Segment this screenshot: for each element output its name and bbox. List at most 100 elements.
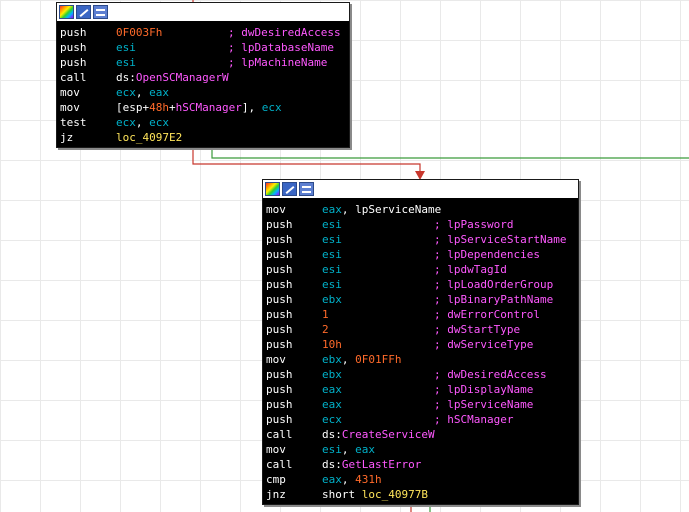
block-2-header: [263, 180, 578, 199]
operand-token: ,: [135, 86, 150, 99]
operand: ecx, eax: [116, 85, 169, 100]
instruction-line[interactable]: push eax ; lpDisplayName: [266, 382, 573, 397]
instruction-line[interactable]: push ebx ; dwDesiredAccess: [266, 367, 573, 382]
code-block-2[interactable]: mov eax, lpServiceName push esi ; lpPassword…: [262, 179, 579, 505]
operand-token: eax: [322, 473, 342, 486]
operand-token: esi: [116, 41, 136, 54]
instruction-line[interactable]: test ecx, ecx: [60, 115, 344, 130]
operand: eax: [322, 397, 342, 412]
comment: ; lpMachineName: [228, 56, 328, 69]
operand-token: ecx: [322, 413, 342, 426]
block-1-instructions: push 0F003Fh ; dwDesiredAccess push esi ; lpD…: [57, 22, 349, 147]
instruction-line[interactable]: mov eax, lpServiceName: [266, 202, 573, 217]
operand: ds:CreateServiceW: [322, 427, 435, 442]
operand-token: ebx: [322, 368, 342, 381]
operand: esi: [322, 232, 342, 247]
instruction-line[interactable]: call ds:OpenSCManagerW: [60, 70, 344, 85]
operand-token: eax: [322, 398, 342, 411]
operand-token: ],: [241, 101, 262, 114]
instruction-line[interactable]: push esi ; lpServiceStartName: [266, 232, 573, 247]
instruction-line[interactable]: push ecx ; hSCManager: [266, 412, 573, 427]
mnemonic: push: [266, 308, 293, 321]
instruction-line[interactable]: mov ecx, eax: [60, 85, 344, 100]
operand-token[interactable]: GetLastError: [342, 458, 421, 471]
operand-token[interactable]: OpenSCManagerW: [136, 71, 229, 84]
comment: ; lpDatabaseName: [228, 41, 334, 54]
instruction-line[interactable]: push 2 ; dwStartType: [266, 322, 573, 337]
mnemonic: call: [266, 428, 293, 441]
operand: eax, 431h: [322, 472, 382, 487]
comment: ; lpPassword: [434, 218, 514, 231]
comment: ; lpdwTagId: [434, 263, 507, 276]
instruction-line[interactable]: push esi ; lpDatabaseName: [60, 40, 344, 55]
mnemonic: mov: [60, 86, 80, 99]
operand: loc_4097E2: [116, 130, 182, 145]
instruction-line[interactable]: push 10h ; dwServiceType: [266, 337, 573, 352]
instruction-line[interactable]: jz loc_4097E2: [60, 130, 344, 145]
operand-token: eax: [355, 443, 375, 456]
mnemonic: push: [266, 323, 293, 336]
instruction-line[interactable]: push esi ; lpLoadOrderGroup: [266, 277, 573, 292]
mnemonic: jnz: [266, 488, 286, 501]
edit-icon[interactable]: [282, 182, 297, 196]
comment: ; dwErrorControl: [434, 308, 540, 321]
instruction-line[interactable]: push 0F003Fh ; dwDesiredAccess: [60, 25, 344, 40]
operand-token: esi: [322, 278, 342, 291]
operand: esi: [116, 40, 136, 55]
operand-token: ecx: [261, 101, 282, 114]
instruction-line[interactable]: push esi ; lpDependencies: [266, 247, 573, 262]
instruction-line[interactable]: mov ebx, 0F01FFh: [266, 352, 573, 367]
mnemonic: push: [266, 293, 293, 306]
operand-token: ebx: [322, 293, 342, 306]
instruction-line[interactable]: push esi ; lpPassword: [266, 217, 573, 232]
operand-token: 1: [322, 308, 329, 321]
code-block-1[interactable]: push 0F003Fh ; dwDesiredAccess push esi ; lpD…: [56, 2, 350, 148]
mnemonic: cmp: [266, 473, 286, 486]
operand-token: 0F003Fh: [116, 26, 163, 39]
instruction-line[interactable]: jnz short loc_40977B: [266, 487, 573, 502]
instruction-line[interactable]: push esi ; lpMachineName: [60, 55, 344, 70]
color-palette-icon[interactable]: [265, 182, 280, 196]
instruction-line[interactable]: mov esi, eax: [266, 442, 573, 457]
operand: eax: [322, 382, 342, 397]
mnemonic: jz: [60, 131, 74, 144]
mnemonic: push: [266, 398, 293, 411]
mnemonic: push: [266, 413, 293, 426]
comment: ; dwStartType: [434, 323, 521, 336]
instruction-line[interactable]: call ds:GetLastError: [266, 457, 573, 472]
instruction-line[interactable]: push 1 ; dwErrorControl: [266, 307, 573, 322]
instruction-line[interactable]: push esi ; lpdwTagId: [266, 262, 573, 277]
operand-token: ,: [341, 353, 356, 366]
instruction-line[interactable]: push ebx ; lpBinaryPathName: [266, 292, 573, 307]
block-1-header: [57, 3, 349, 22]
color-palette-icon[interactable]: [59, 5, 74, 19]
operand-token: esi: [322, 233, 342, 246]
comment: ; lpServiceStartName: [434, 233, 567, 246]
comment: ; dwServiceType: [434, 338, 534, 351]
operand: 2: [322, 322, 329, 337]
edit-icon[interactable]: [76, 5, 91, 19]
graph-view-icon[interactable]: [93, 5, 108, 19]
operand-token: ecx: [116, 86, 136, 99]
operand-token[interactable]: CreateServiceW: [342, 428, 435, 441]
operand-token: ,: [135, 116, 150, 129]
operand: ebx: [322, 292, 342, 307]
operand: short loc_40977B: [322, 487, 428, 502]
operand: esi: [322, 217, 342, 232]
operand-token[interactable]: hSCManager: [176, 101, 242, 114]
graph-view-icon[interactable]: [299, 182, 314, 196]
operand-token: esi: [322, 248, 342, 261]
operand-token[interactable]: loc_40977B: [362, 488, 428, 501]
operand-token: 431h: [355, 473, 382, 486]
operand-token[interactable]: loc_4097E2: [116, 131, 182, 144]
instruction-line[interactable]: push eax ; lpServiceName: [266, 397, 573, 412]
operand: esi: [322, 262, 342, 277]
operand-token: ecx: [116, 116, 136, 129]
operand-token: eax: [149, 86, 169, 99]
operand-token: esi: [322, 443, 342, 456]
mnemonic: push: [266, 233, 293, 246]
instruction-line[interactable]: cmp eax, 431h: [266, 472, 573, 487]
instruction-line[interactable]: mov [esp+48h+hSCManager], ecx: [60, 100, 344, 115]
instruction-line[interactable]: call ds:CreateServiceW: [266, 427, 573, 442]
operand-token: ds:: [116, 71, 136, 84]
